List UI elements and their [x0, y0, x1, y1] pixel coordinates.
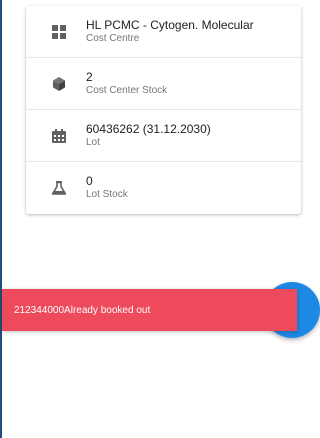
- snackbar-message: 212344000Already booked out: [14, 304, 151, 316]
- cost-center-stock-value: 2: [86, 70, 93, 84]
- detail-row-cost-centre: HL PCMC - Cytogen. Molecular Cost Centre: [26, 6, 301, 58]
- detail-row-lot-stock: 0 Lot Stock: [26, 162, 301, 214]
- detail-row-cost-center-stock: 2 Cost Center Stock: [26, 58, 301, 110]
- app-frame: HL PCMC - Cytogen. Molecular Cost Centre…: [0, 0, 320, 438]
- details-card: HL PCMC - Cytogen. Molecular Cost Centre…: [26, 6, 301, 214]
- lot-value: 60436262 (31.12.2030): [86, 122, 211, 136]
- flask-icon: [52, 181, 66, 195]
- grid-icon: [52, 25, 66, 39]
- cost-centre-label: Cost Centre: [86, 33, 140, 44]
- lot-stock-value: 0: [86, 174, 93, 188]
- lot-stock-label: Lot Stock: [86, 189, 128, 200]
- detail-row-lot: 60436262 (31.12.2030) Lot: [26, 110, 301, 162]
- cost-center-stock-label: Cost Center Stock: [86, 85, 168, 96]
- lot-label: Lot: [86, 137, 100, 148]
- cost-centre-value: HL PCMC - Cytogen. Molecular: [86, 18, 254, 32]
- calendar-icon: [52, 129, 66, 143]
- cube-icon: [52, 77, 66, 91]
- error-snackbar: 212344000Already booked out: [2, 289, 297, 331]
